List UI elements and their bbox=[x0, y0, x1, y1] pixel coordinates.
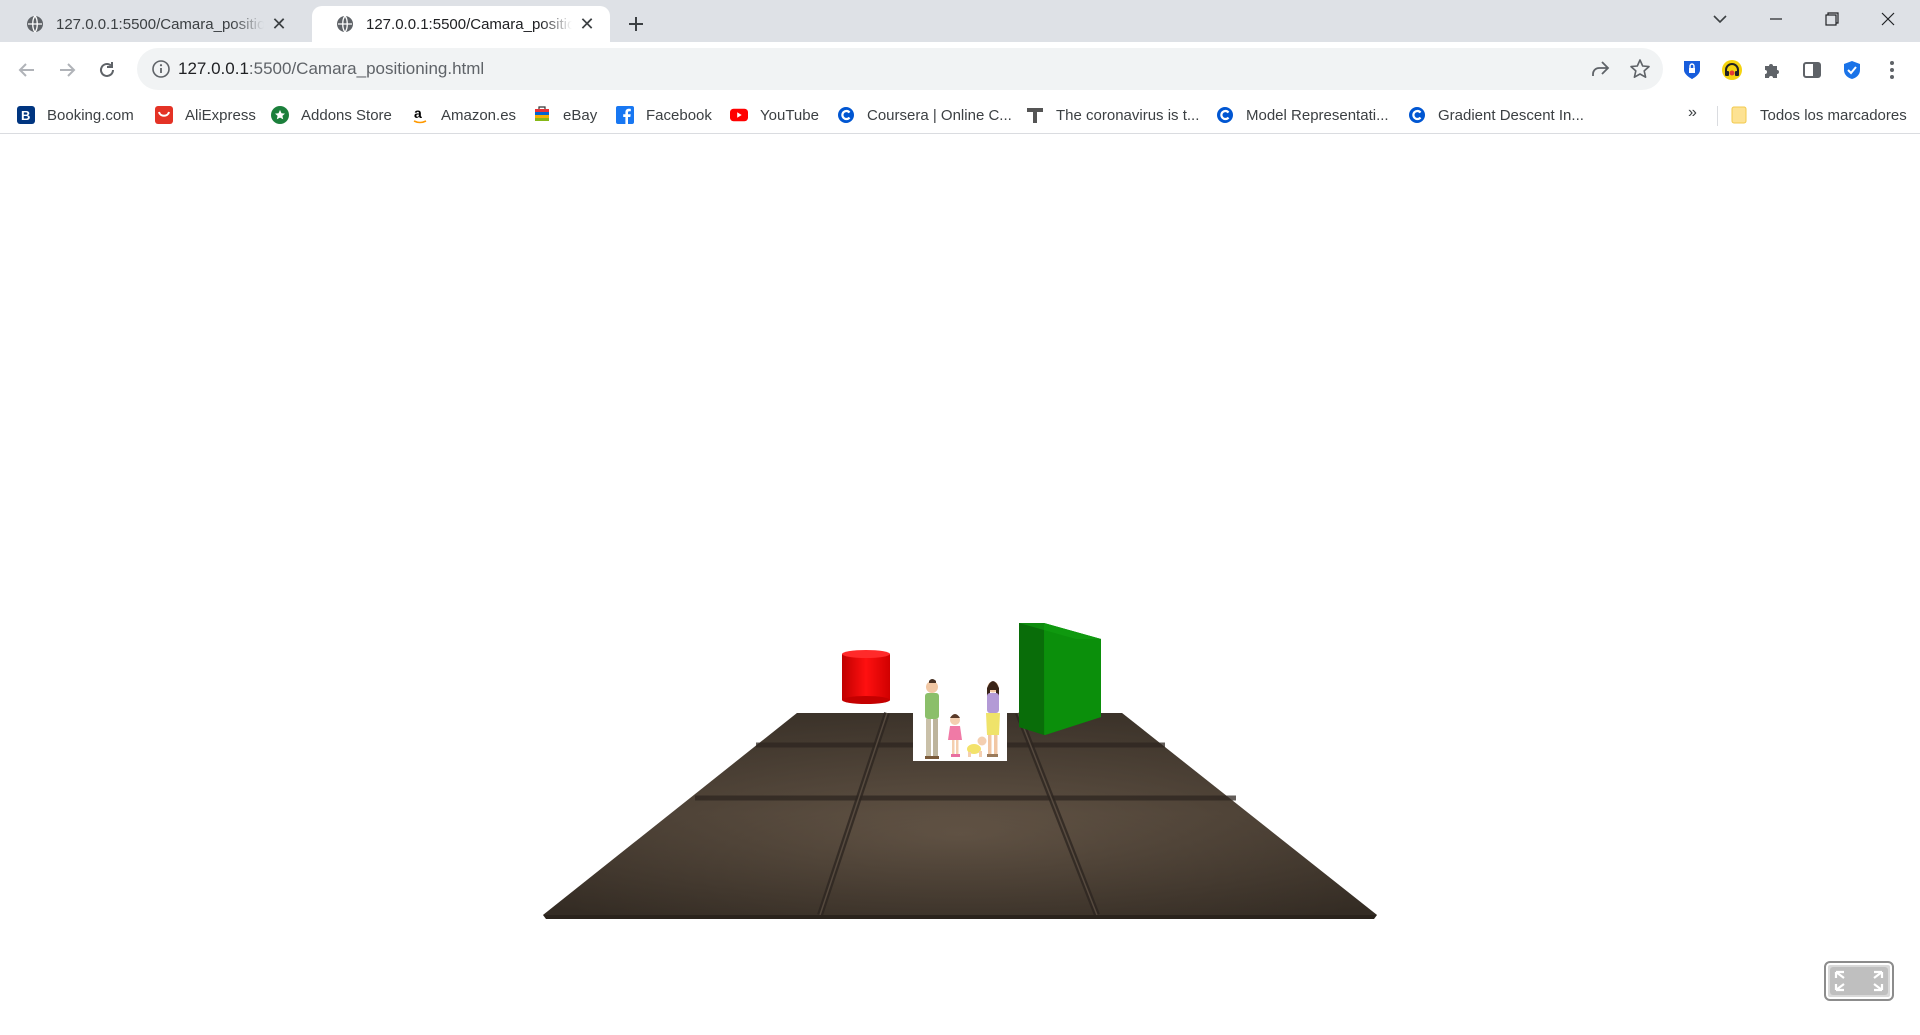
star-icon[interactable] bbox=[1629, 58, 1651, 80]
info-icon[interactable] bbox=[151, 59, 171, 79]
amazon-icon: a bbox=[411, 106, 429, 124]
headphones-extension-icon[interactable] bbox=[1720, 58, 1744, 82]
plus-icon bbox=[629, 17, 643, 31]
reload-icon bbox=[100, 62, 114, 77]
booking-icon: B bbox=[17, 106, 35, 124]
tab-search-button[interactable] bbox=[1692, 0, 1748, 38]
folder-icon bbox=[1730, 106, 1748, 124]
all-bookmarks-label: Todos los marcadores bbox=[1760, 106, 1907, 124]
facebook-icon bbox=[616, 106, 634, 124]
tab-camara-positioning-1[interactable]: 127.0.0.1:5500/Camara_positioning.html ✕ bbox=[2, 6, 302, 42]
more-menu-icon[interactable] bbox=[1880, 58, 1904, 82]
family-billboard bbox=[913, 679, 1007, 761]
close-tab-icon[interactable]: ✕ bbox=[576, 13, 598, 35]
url-text[interactable]: 127.0.0.1:5500/Camara_positioning.html bbox=[178, 59, 484, 79]
youtube-icon bbox=[730, 106, 748, 124]
tab-title: 127.0.0.1:5500/Camara_positioning.html bbox=[56, 15, 264, 33]
back-button[interactable] bbox=[11, 54, 43, 86]
addons-store-icon bbox=[271, 106, 289, 124]
green-box bbox=[1019, 623, 1101, 735]
bookmark-coursera[interactable]: Coursera | Online C... bbox=[837, 101, 1012, 129]
reload-button[interactable] bbox=[91, 54, 123, 86]
minimize-button[interactable] bbox=[1748, 0, 1804, 38]
arrow-right-icon bbox=[60, 63, 76, 77]
bookmark-label: AliExpress bbox=[185, 106, 256, 124]
side-panel-icon[interactable] bbox=[1800, 58, 1824, 82]
coursera-icon bbox=[837, 106, 855, 124]
fullscreen-button[interactable] bbox=[1824, 961, 1894, 1001]
bookmark-coronavirus[interactable]: The coronavirus is t... bbox=[1026, 101, 1199, 129]
globe-icon bbox=[27, 15, 43, 33]
bookmark-label: Addons Store bbox=[301, 106, 392, 124]
bookmark-youtube[interactable]: YouTube bbox=[730, 101, 819, 129]
url-path: :5500/Camara_positioning.html bbox=[248, 59, 485, 78]
bookmark-gradient-descent[interactable]: Gradient Descent In... bbox=[1408, 101, 1584, 129]
bookmark-label: The coronavirus is t... bbox=[1056, 106, 1200, 124]
restore-icon bbox=[1825, 12, 1839, 26]
bookmark-label: Model Representati... bbox=[1246, 106, 1389, 124]
bookmarks-divider bbox=[1717, 106, 1718, 126]
extensions-puzzle-icon[interactable] bbox=[1760, 58, 1784, 82]
restore-button[interactable] bbox=[1804, 0, 1860, 38]
bookmark-addons-store[interactable]: Addons Store bbox=[271, 101, 392, 129]
bookmark-amazon[interactable]: a Amazon.es bbox=[411, 101, 516, 129]
bookmark-aliexpress[interactable]: AliExpress bbox=[155, 101, 256, 129]
bookmark-label: Facebook bbox=[646, 106, 712, 124]
bookmark-label: Amazon.es bbox=[441, 106, 517, 124]
forward-button[interactable] bbox=[51, 54, 83, 86]
minimize-icon bbox=[1770, 18, 1782, 20]
share-icon[interactable] bbox=[1589, 58, 1611, 80]
bookmark-facebook[interactable]: Facebook bbox=[616, 101, 712, 129]
arrow-left-icon bbox=[18, 63, 34, 77]
aliexpress-icon bbox=[155, 106, 173, 124]
tab-camara-positioning-2[interactable]: 127.0.0.1:5500/Camara_positioning.html ✕ bbox=[312, 6, 610, 42]
address-bar[interactable]: 127.0.0.1:5500/Camara_positioning.html bbox=[137, 48, 1663, 90]
svg-text:B: B bbox=[21, 108, 30, 123]
bookmark-label: eBay bbox=[563, 106, 598, 124]
scene-render bbox=[543, 623, 1377, 919]
toolbar: 127.0.0.1:5500/Camara_positioning.html bbox=[0, 42, 1920, 96]
svg-text:a: a bbox=[414, 106, 422, 121]
bookmark-label: Gradient Descent In... bbox=[1438, 106, 1584, 124]
red-cylinder bbox=[842, 650, 890, 704]
close-icon bbox=[1881, 12, 1895, 26]
bookmark-ebay[interactable]: eBay bbox=[533, 101, 597, 129]
new-tab-button[interactable] bbox=[620, 8, 652, 40]
ebay-icon bbox=[533, 106, 551, 124]
url-host: 127.0.0.1 bbox=[178, 59, 249, 78]
bookmarks-overflow-button[interactable]: » bbox=[1688, 104, 1697, 122]
coursera-icon bbox=[1408, 106, 1426, 124]
tab-title: 127.0.0.1:5500/Camara_positioning.html bbox=[366, 15, 572, 33]
bookmark-label: YouTube bbox=[760, 106, 819, 124]
news-icon bbox=[1026, 106, 1044, 124]
coursera-icon bbox=[1216, 106, 1234, 124]
globe-icon bbox=[337, 15, 353, 33]
bookmark-model-representation[interactable]: Model Representati... bbox=[1216, 101, 1389, 129]
fullscreen-icon bbox=[1830, 967, 1888, 995]
all-bookmarks-folder[interactable]: Todos los marcadores bbox=[1730, 101, 1907, 129]
tab-strip: 127.0.0.1:5500/Camara_positioning.html ✕… bbox=[0, 0, 1920, 42]
bookmark-label: Booking.com bbox=[47, 106, 134, 124]
close-tab-icon[interactable]: ✕ bbox=[268, 13, 290, 35]
shield-extension-icon[interactable] bbox=[1840, 58, 1864, 82]
bookmarks-bar: B Booking.com AliExpress Addons Store a … bbox=[0, 96, 1920, 134]
chevron-down-icon bbox=[1713, 15, 1727, 24]
bitwarden-extension-icon[interactable] bbox=[1680, 58, 1704, 82]
bookmark-booking[interactable]: B Booking.com bbox=[17, 101, 134, 129]
close-window-button[interactable] bbox=[1860, 0, 1916, 38]
bookmark-label: Coursera | Online C... bbox=[867, 106, 1012, 124]
threejs-canvas[interactable] bbox=[0, 135, 1920, 1030]
